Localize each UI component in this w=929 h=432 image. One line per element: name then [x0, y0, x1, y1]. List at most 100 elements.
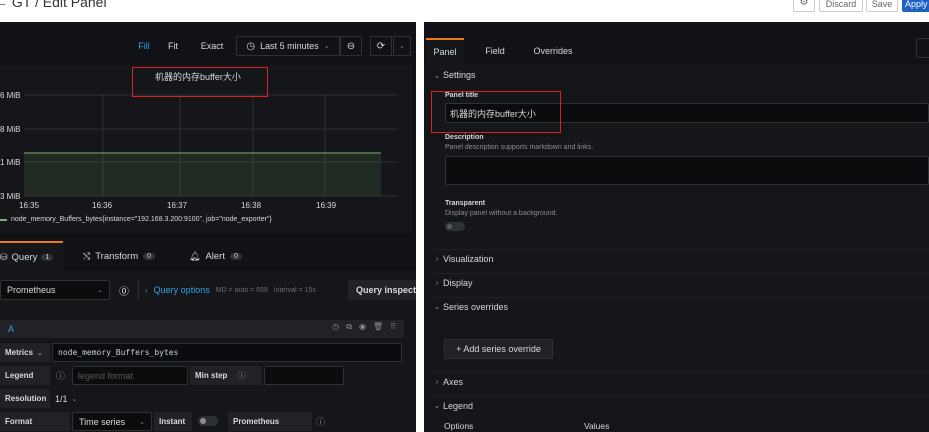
x-tick-label: 16:35 — [19, 201, 40, 210]
min-step-help-icon[interactable]: ⓘ — [237, 370, 245, 381]
format-label: Format — [0, 412, 70, 431]
refresh-icon[interactable]: ⟳ — [370, 36, 392, 56]
resolution-label: Resolution — [0, 389, 50, 408]
transform-icon: ⤭ — [83, 250, 91, 261]
query-inspector-button[interactable]: Query inspect — [348, 280, 416, 300]
legend-format-input[interactable]: legend format — [72, 366, 188, 385]
y-tick-label: 3 MiB — [0, 192, 20, 201]
resolution-select[interactable]: 1/1 ⌄ — [52, 389, 88, 408]
fit-button[interactable]: Fit — [162, 36, 184, 56]
help-icon[interactable]: ◷ — [332, 322, 339, 332]
tab-transform[interactable]: ⤭ Transform 0 — [83, 241, 156, 271]
copy-icon[interactable]: ⧉ — [346, 322, 352, 332]
chevron-down-icon: ⌄ — [71, 395, 78, 403]
chevron-down-icon: ⌄ — [97, 287, 103, 294]
query-tabs: ⛁ Query 1 ⤭ Transform 0 🔔︎ Alert 0 — [0, 241, 416, 271]
time-range-picker[interactable]: ◷ Last 5 minutes ⌄ — [236, 36, 340, 56]
instant-toggle[interactable] — [198, 416, 218, 426]
discard-button[interactable]: Discard — [819, 0, 863, 12]
chevron-right-icon: › — [435, 278, 439, 287]
format-select[interactable]: Time series ⌄ — [72, 412, 152, 431]
legend-label: Legend — [0, 366, 50, 385]
tab-transform-count: 0 — [143, 252, 156, 260]
metrics-value: node_memory_Buffers_bytes — [58, 348, 179, 357]
legend-values-label: Values — [584, 421, 610, 431]
description-textarea[interactable] — [445, 156, 929, 185]
chevron-down-icon: ⌄ — [433, 70, 441, 80]
min-step-input[interactable] — [264, 366, 344, 385]
add-series-override-label: + Add series override — [456, 344, 541, 354]
exact-button[interactable]: Exact — [196, 36, 228, 56]
query-editor: Prometheus ⌄ ⓪ › Query options MD = auto… — [0, 271, 416, 432]
clock-icon: ◷ — [246, 40, 256, 52]
instant-label-text: Instant — [159, 417, 186, 426]
tab-field[interactable]: Field — [480, 38, 510, 64]
series-overrides-section-header[interactable]: ⌄ Series overrides — [431, 297, 929, 315]
drag-handle-icon[interactable]: ⠿ — [390, 322, 396, 332]
visualization-section-header[interactable]: › Visualization — [431, 249, 929, 267]
panel-title-highlight — [431, 91, 561, 133]
tab-panel[interactable]: Panel — [426, 38, 464, 64]
x-tick-label: 16:36 — [92, 201, 113, 210]
graph-legend[interactable]: node_memory_Buffers_bytes{instance="192.… — [0, 216, 272, 223]
x-tick-label: 16:38 — [241, 201, 262, 210]
save-button[interactable]: Save — [866, 0, 898, 12]
series-area — [24, 153, 381, 196]
description-label: Description — [445, 134, 484, 141]
tab-query[interactable]: ⛁ Query 1 — [0, 241, 63, 271]
tab-overrides-label: Overrides — [533, 46, 573, 56]
chevron-down-icon: ⌄ — [323, 43, 330, 50]
fill-button[interactable]: Fill — [132, 36, 156, 56]
bell-icon: 🔔︎ — [189, 250, 201, 261]
legend-section-label: Legend — [443, 400, 474, 411]
query-options-label: Query options — [153, 285, 210, 295]
resolution-label-text: Resolution — [5, 394, 47, 403]
tab-alert[interactable]: 🔔︎ Alert 0 — [189, 241, 242, 271]
legend-color-swatch — [0, 218, 7, 221]
display-section-header[interactable]: › Display — [431, 273, 929, 291]
add-series-override-button[interactable]: + Add series override — [444, 339, 553, 359]
transparent-label: Transparent — [445, 200, 486, 207]
metrics-input[interactable]: node_memory_Buffers_bytes — [52, 343, 402, 362]
axes-section-header[interactable]: › Axes — [431, 372, 929, 390]
min-step-label: Min step ⓘ — [190, 366, 262, 385]
query-options-toggle[interactable]: › Query options MD = auto = 659 Interval… — [138, 280, 316, 300]
resolution-value: 1/1 — [55, 393, 68, 404]
legend-series-label: node_memory_Buffers_bytes{instance="192.… — [11, 216, 272, 223]
eye-icon[interactable]: ◉ — [359, 322, 366, 332]
settings-gear-icon[interactable]: ⚙ — [793, 0, 815, 12]
query-row-header[interactable]: A ◷ ⧉ ◉ 🗑︎ ⠿ — [0, 320, 404, 338]
zoom-out-icon[interactable]: ⊖ — [340, 36, 362, 56]
pane-divider[interactable] — [416, 22, 424, 432]
tab-overrides[interactable]: Overrides — [528, 38, 578, 64]
settings-section-header[interactable]: ⌄ Settings — [431, 66, 929, 84]
datasource-picker[interactable]: Prometheus ⌄ — [0, 280, 110, 300]
y-tick-label: 8 MiB — [0, 125, 20, 134]
chevron-down-icon: ⌄ — [433, 302, 441, 311]
transparent-toggle[interactable] — [445, 222, 465, 231]
tab-query-count: 1 — [41, 253, 54, 261]
visualization-label: Visualization — [443, 253, 494, 264]
axes-label: Axes — [443, 376, 464, 387]
chevron-down-icon: ⌄ — [37, 349, 43, 357]
x-tick-label: 16:39 — [316, 201, 337, 210]
refresh-interval-chevron-icon[interactable]: ⌄ — [393, 36, 411, 56]
search-options-button[interactable] — [916, 38, 929, 58]
tab-panel-label: Panel — [433, 47, 457, 57]
prometheus-help-icon[interactable]: ⓘ — [316, 415, 325, 428]
legend-format-placeholder: legend format — [78, 370, 134, 381]
metrics-label: Metrics ⌄ — [0, 343, 50, 362]
help-icon[interactable]: ⓪ — [114, 280, 134, 300]
trash-icon[interactable]: 🗑︎ — [373, 322, 383, 332]
legend-help-icon[interactable]: ⓘ — [56, 369, 65, 382]
min-step-label-text: Min step — [195, 371, 228, 380]
tab-query-label: Query — [11, 251, 38, 263]
chevron-right-icon: › — [145, 285, 148, 295]
apply-button[interactable]: Apply — [902, 0, 929, 12]
y-tick-label: 6 MiB — [0, 91, 20, 100]
prometheus-label: Prometheus — [228, 412, 312, 431]
legend-section-header[interactable]: ⌄ Legend — [431, 396, 929, 414]
datasource-label: Prometheus — [7, 285, 56, 295]
top-header: ← GT / Edit Panel ⚙ Discard Save Apply — [0, 0, 929, 22]
chevron-right-icon: › — [435, 254, 439, 263]
